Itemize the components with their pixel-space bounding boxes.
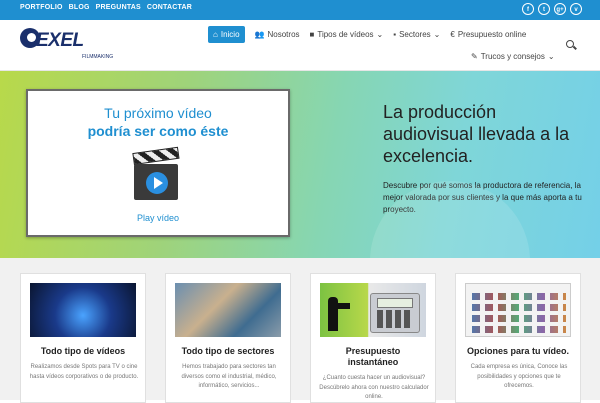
search-icon[interactable] [566,40,576,50]
logo-subtitle: FILMMAKING [82,54,114,60]
social-links: f t g+ v [522,3,582,15]
nav-label: Nosotros [267,30,300,39]
hero-heading: La producción audiovisual llevada a la e… [383,102,570,166]
site-logo[interactable]: EXEL FILMMAKING [20,28,114,62]
video-player[interactable]: Tu próximo vídeo podría ser como éste Pl… [26,89,290,237]
nav-item-trucos-y-consejos[interactable]: ✎ Trucos y consejos ⌄ [471,48,555,65]
feature-description: Cada empresa es única, Conoce las posibi… [470,364,568,389]
top-link-contactar[interactable]: CONTACTAR [147,4,192,11]
feature-description: ¿Cuanto cuesta hacer un audiovisual? Des… [319,375,429,400]
chevron-down-icon: ⌄ [547,52,555,61]
play-video-link[interactable]: Play vídeo [28,213,288,223]
feature-title: Todo tipo de vídeos [40,346,126,356]
site-header: EXEL FILMMAKING ⌂ Inicio 👥 Nosotros ■ Ti… [0,20,600,71]
nav-item-presupuesto-online[interactable]: € Presupuesto online [450,26,526,43]
nav-item-nosotros[interactable]: 👥 Nosotros [255,26,300,43]
play-icon[interactable] [146,172,168,194]
users-icon: 👥 [254,30,265,39]
main-nav: ⌂ Inicio 👥 Nosotros ■ Tipos de vídeos ⌄ … [208,26,568,61]
logo-text: EXEL [36,30,84,51]
video-camera-icon: ■ [309,30,315,39]
budget-calculator-image [320,283,426,337]
home-icon: ⌂ [213,30,218,39]
nav-label: Trucos y consejos [480,52,545,61]
top-links: PORTFOLIO BLOG PREGUNTAS CONTACTAR [20,4,192,11]
nav-label: Presupuesto online [457,30,527,39]
feature-description: Realizamos desde Spots para TV o cine ha… [29,364,139,380]
top-link-preguntas[interactable]: PREGUNTAS [96,4,141,11]
briefcase-icon: ▪ [393,30,397,39]
nav-item-inicio[interactable]: ⌂ Inicio [208,26,245,43]
twitter-icon[interactable]: t [538,3,550,15]
feature-description: Hemos trabajado para sectores tan divers… [181,364,277,389]
feature-card-opciones[interactable]: Opciones para tu vídeo. Cada empresa es … [455,273,581,403]
top-link-portfolio[interactable]: PORTFOLIO [20,4,63,11]
feature-card-sectores[interactable]: Todo tipo de sectores Hemos trabajado pa… [165,273,291,403]
nav-label: Tipos de vídeos [317,30,374,39]
feature-card-videos[interactable]: Todo tipo de vídeos Realizamos desde Spo… [20,273,146,403]
feature-title: Opciones para tu vídeo. [466,346,570,356]
vimeo-icon[interactable]: v [570,3,582,15]
nav-item-tipos-de-videos[interactable]: ■ Tipos de vídeos ⌄ [310,26,384,43]
chevron-down-icon: ⌄ [376,30,384,39]
top-bar: PORTFOLIO BLOG PREGUNTAS CONTACTAR f t g… [0,0,600,20]
nav-item-sectores[interactable]: ▪ Sectores ⌄ [393,26,440,43]
nav-label: Sectores [399,30,431,39]
feature-title: Presupuesto instantáneo [345,346,401,367]
videos-collage-image [30,283,136,337]
chevron-down-icon: ⌄ [433,30,441,39]
clapperboard-play-icon[interactable] [132,146,180,203]
feature-card-presupuesto[interactable]: Presupuesto instantáneo ¿Cuanto cuesta h… [310,273,436,403]
top-link-blog[interactable]: BLOG [69,4,90,11]
sectors-collage-image [175,283,281,337]
magic-wand-icon: ✎ [471,52,478,61]
google-plus-icon[interactable]: g+ [554,3,566,15]
hero-subtext: Descubre por qué somos la productora de … [383,181,582,214]
video-title-line1: Tu próximo vídeo [104,105,212,121]
hero-banner: Tu próximo vídeo podría ser como éste Pl… [0,71,600,258]
calculator-icon [370,293,420,333]
euro-icon: € [450,30,455,39]
video-title-line2: podría ser como éste [87,123,229,139]
features-section: Todo tipo de vídeos Realizamos desde Spo… [0,258,600,403]
options-grid-image [465,283,571,337]
facebook-icon[interactable]: f [522,3,534,15]
nav-label: Inicio [220,30,240,39]
feature-title: Todo tipo de sectores [181,346,275,356]
